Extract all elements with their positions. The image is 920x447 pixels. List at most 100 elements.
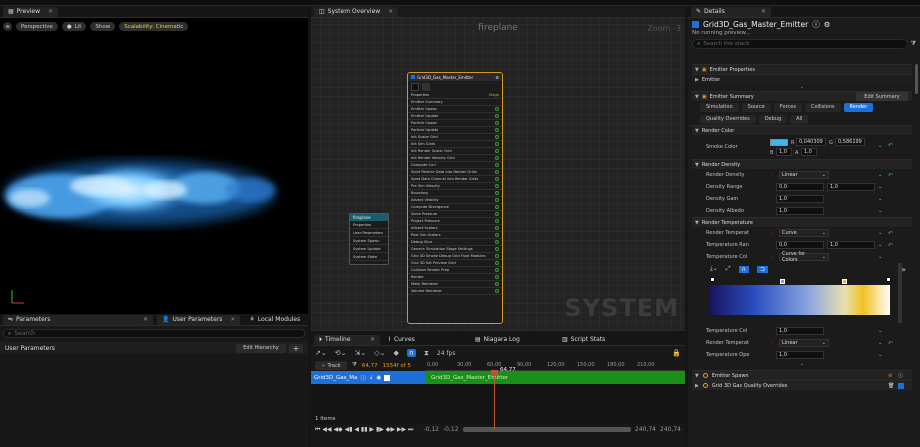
render-temperature-section[interactable]: ▼ Render Temperature (692, 217, 912, 227)
chevron-down-icon[interactable]: ⌄ (878, 352, 882, 358)
add-track-button[interactable]: + Track (315, 361, 347, 370)
chevron-down-icon[interactable]: ⌄ (878, 230, 882, 236)
color-stop-marker[interactable] (780, 279, 785, 284)
range-end[interactable]: 240,74 (660, 426, 681, 433)
emitter-node-row[interactable]: Compute Divergence (408, 204, 502, 211)
filter-icon[interactable]: ⧩ (911, 40, 916, 48)
expand-chevron[interactable]: ⌄ (692, 84, 912, 91)
enabled-dot-icon[interactable] (495, 261, 499, 265)
tab-local-modules[interactable]: ⚘ Local Modules (244, 315, 305, 325)
property-value-field[interactable]: 1,0 (776, 351, 824, 359)
info-icon[interactable]: ⓘ (812, 19, 820, 30)
chevron-down-icon[interactable]: ⌄ (878, 254, 882, 260)
property-dropdown[interactable]: Curve for Colors ⌄ (779, 251, 829, 263)
property-value-field-2[interactable]: 1,0 (827, 241, 875, 249)
emitter-node-row[interactable]: Splat Data Channel into Render Grids (408, 176, 502, 183)
pin-icon[interactable]: ⋮ (770, 230, 775, 236)
property-dropdown[interactable]: Linear ⌄ (779, 339, 829, 347)
enabled-dot-icon[interactable] (495, 205, 499, 209)
emitter-node-row[interactable]: Generic Simulation Stage Settings (408, 246, 502, 253)
info-icon[interactable]: ⓘ (360, 374, 366, 382)
close-icon[interactable]: ✕ (143, 316, 148, 323)
reset-arrow-icon[interactable]: ↶ (888, 172, 893, 179)
sub-tab-all[interactable]: All (790, 114, 809, 124)
range-start[interactable]: -0,12 (423, 426, 439, 433)
enabled-dot-icon[interactable] (495, 212, 499, 216)
property-value-field[interactable]: 0,0 (776, 183, 824, 191)
emitter-node-row[interactable]: Emitter Update (408, 113, 502, 120)
b-field[interactable]: 1,0 (776, 148, 792, 156)
current-time[interactable]: 64,77 (362, 363, 378, 369)
time-ruler[interactable]: 0,00 30,00 60,00 90,00 120,00 150,00 180,00 210… (425, 360, 685, 371)
enabled-dot-icon[interactable] (495, 170, 499, 174)
r-field[interactable]: 0,040309 (796, 138, 826, 146)
curve-tool-icon[interactable]: ⤓⌄ (710, 265, 718, 273)
emitter-summary-section[interactable]: ▼ ▣ Emitter Summary Edit Summary (692, 91, 912, 101)
tab-details[interactable]: ✎ Details ✕ (691, 6, 771, 17)
stack-search-input[interactable]: ⌕ Search the stack (692, 39, 908, 49)
emitter-node-row[interactable]: Post Sim Scalars (408, 232, 502, 239)
details-scrollbar[interactable] (915, 64, 918, 94)
emitter-node-row[interactable]: Project Pressure (408, 218, 502, 225)
view-start[interactable]: -0,12 (443, 426, 459, 433)
track-checkbox[interactable] (384, 374, 391, 381)
sub-tab-quality-overrides[interactable]: Quality Overrides (700, 114, 756, 124)
close-icon[interactable]: ✕ (761, 8, 766, 15)
add-key-icon[interactable]: ◆ (393, 349, 398, 357)
framerate-icon[interactable]: ⧗ (424, 349, 429, 358)
system-node-row[interactable]: User Parameters (350, 229, 388, 237)
dropdown-chevron-icon[interactable]: ⌄ (878, 143, 882, 149)
tab-niagara-log[interactable]: ▤ Niagara Log (470, 335, 554, 345)
reset-arrow-icon[interactable]: ↶ (888, 230, 893, 237)
enabled-dot-icon[interactable] (495, 233, 499, 237)
enabled-dot-icon[interactable] (495, 247, 499, 251)
emitter-node-row[interactable]: Mesh Renderer (408, 281, 502, 288)
system-node-row[interactable]: System Spawn (350, 237, 388, 245)
magnet-icon[interactable]: ∩ (406, 349, 416, 357)
emitter-node-row[interactable]: Compute Curl (408, 162, 502, 169)
emitter-node-row[interactable]: Emitter Summary (408, 99, 502, 106)
edit-hierarchy-button[interactable]: Edit Hierarchy (236, 343, 286, 353)
category-tab-forces[interactable]: Forces (773, 102, 802, 112)
tab-curves[interactable]: ⌇ Curves (383, 335, 467, 345)
enabled-dot-icon[interactable] (495, 191, 499, 195)
chevron-down-icon[interactable]: ⌄ (878, 340, 882, 346)
playhead[interactable] (494, 371, 495, 429)
emitter-node-row[interactable]: Pre Sim Velocity (408, 183, 502, 190)
node-options-icon[interactable]: ⚙ (495, 75, 499, 80)
enabled-dot-icon[interactable] (495, 240, 499, 244)
property-value-field-2[interactable]: 1,0 (827, 183, 875, 191)
parameters-search-input[interactable]: ⌕ Search (3, 329, 305, 338)
enabled-dot-icon[interactable] (495, 219, 499, 223)
fit-icon[interactable]: ⤢ (726, 265, 731, 273)
enabled-dot-icon[interactable] (495, 107, 499, 111)
enabled-dot-icon[interactable] (495, 282, 499, 286)
framerate-label[interactable]: 24 fps (437, 350, 456, 357)
category-tab-collisions[interactable]: Collisions (804, 102, 841, 112)
property-dropdown[interactable]: Linear ⌄ (779, 171, 829, 179)
add-module-icon[interactable]: ⊕ (888, 373, 892, 379)
enabled-dot-icon[interactable] (495, 163, 499, 167)
category-tab-source[interactable]: Source (741, 102, 771, 112)
pin-icon[interactable]: ⋮ (770, 172, 775, 178)
color-stop-marker[interactable] (842, 279, 847, 284)
emitter-node-row[interactable]: Init Sim Grids (408, 141, 502, 148)
emitter-node-row[interactable]: Splat Particle Data into Render Grids (408, 169, 502, 176)
gear-icon[interactable]: ⚙ (824, 20, 831, 29)
add-parameter-button[interactable]: + (289, 343, 303, 353)
emitter-node-row[interactable]: Collision Render Prep (408, 267, 502, 274)
emitter-node-row[interactable]: Volume Renderer (408, 288, 502, 295)
isolate-icon[interactable]: ⇣ (369, 375, 374, 381)
emitter-node[interactable]: Grid3D_Gas_Master_Emitter ⚙ Properties St… (407, 72, 503, 324)
tab-preview[interactable]: ▦ Preview ✕ (3, 6, 59, 17)
chevron-down-icon[interactable]: ⌄ (878, 184, 882, 190)
system-node-row[interactable]: System State (350, 253, 388, 261)
snap-icon[interactable]: ∩ (738, 265, 749, 273)
property-value-field[interactable]: 1,0 (776, 327, 824, 335)
sub-tab-debug[interactable]: Debug (758, 114, 788, 124)
curve-scrollbar[interactable] (898, 263, 902, 323)
enabled-dot-icon[interactable] (495, 121, 499, 125)
chevron-down-icon[interactable]: ⌄ (878, 172, 882, 178)
enabled-dot-icon[interactable] (495, 114, 499, 118)
smoke-color-swatch[interactable] (770, 139, 788, 146)
